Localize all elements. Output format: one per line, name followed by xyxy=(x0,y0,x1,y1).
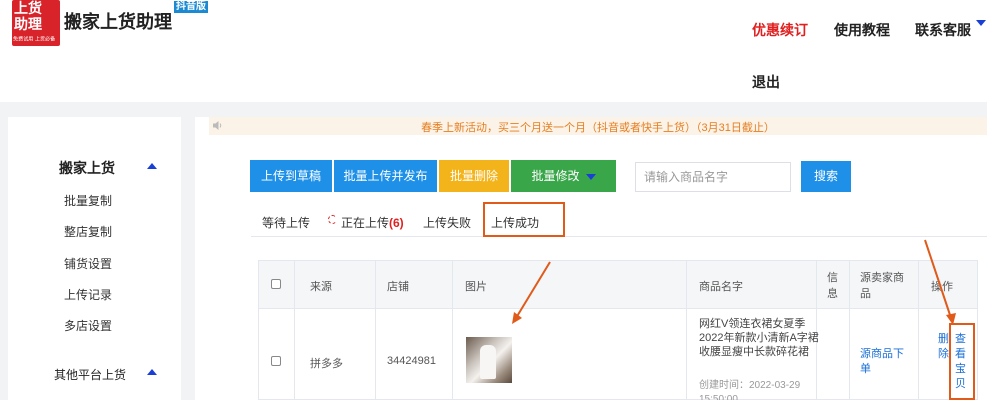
column-header-image: 图片 xyxy=(465,281,487,293)
tab-upload-failed[interactable]: 上传失败 xyxy=(423,214,471,231)
column-header-product-name: 商品名字 xyxy=(699,281,743,293)
nav-renew[interactable]: 优惠续订 xyxy=(752,20,808,40)
sidebar-item-multi-shop-settings[interactable]: 多店设置 xyxy=(64,317,112,334)
chevron-down-icon[interactable] xyxy=(976,20,986,26)
column-header-source-seller-2: 品 xyxy=(860,288,871,300)
nav-contact-support[interactable]: 联系客服 xyxy=(915,20,971,40)
source-order-link-1[interactable]: 源商品下 xyxy=(860,347,904,362)
upload-to-draft-button[interactable]: 上传到草稿 xyxy=(250,160,332,192)
batch-edit-button[interactable]: 批量修改 xyxy=(511,160,616,192)
nav-logout[interactable]: 退出 xyxy=(752,72,780,92)
row-source: 拼多多 xyxy=(310,358,343,370)
app-edition-badge: 抖音版 xyxy=(174,1,208,13)
column-header-source-seller-1: 源卖家商 xyxy=(860,272,904,284)
notice-text: 春季上新活动，买三个月送一个月（抖音或者快手上货）（3月31日截止） xyxy=(421,122,775,134)
delete-link-2[interactable]: 除 xyxy=(938,347,949,362)
search-button[interactable]: 搜索 xyxy=(801,161,851,192)
logo-line1: 上货 xyxy=(14,0,42,16)
annotation-highlight-box xyxy=(483,202,565,237)
loading-icon xyxy=(328,215,337,224)
sidebar-item-upload-records[interactable]: 上传记录 xyxy=(64,286,112,303)
row-created-time: 创建时间：2022-03-29 15:50:00 xyxy=(699,380,801,400)
delete-link-1[interactable]: 删 xyxy=(938,332,949,347)
select-all-checkbox[interactable] xyxy=(271,279,281,289)
column-divider xyxy=(849,261,850,400)
annotation-highlight-box xyxy=(949,323,975,400)
tab-waiting-upload[interactable]: 等待上传 xyxy=(262,214,310,231)
app-logo[interactable]: 上货 助理 免费试用 上货必备 xyxy=(12,0,60,46)
column-header-info-2: 息 xyxy=(827,288,838,300)
sidebar-item-shop-copy[interactable]: 整店复制 xyxy=(64,223,112,240)
nav-tutorial[interactable]: 使用教程 xyxy=(834,20,890,40)
column-divider xyxy=(686,261,687,400)
column-divider xyxy=(452,261,453,400)
column-divider xyxy=(375,261,376,400)
column-header-source: 来源 xyxy=(310,281,332,293)
chevron-up-icon[interactable] xyxy=(147,369,157,375)
sidebar-item-batch-copy[interactable]: 批量复制 xyxy=(64,192,112,209)
notice-bar: 春季上新活动，买三个月送一个月（抖音或者快手上货）（3月31日截止） xyxy=(209,117,987,135)
logo-line3: 免费试用 上货必备 xyxy=(13,36,56,42)
source-order-link-2[interactable]: 单 xyxy=(860,362,871,377)
tab-uploading-count: (6) xyxy=(389,216,404,230)
product-thumbnail[interactable] xyxy=(466,337,512,383)
batch-upload-publish-button[interactable]: 批量上传并发布 xyxy=(334,160,437,192)
logo-line2: 助理 xyxy=(14,16,42,32)
column-header-shop: 店铺 xyxy=(387,281,409,293)
row-product-name: 网红V领连衣裙女夏季2022年新款小清新A字裙收腰显瘦中长款碎花裙 xyxy=(699,318,819,358)
sidebar: 搬家上货 批量复制 整店复制 铺货设置 上传记录 多店设置 其他平台上货 xyxy=(8,117,181,400)
tab-uploading-label: 正在上传 xyxy=(341,216,390,230)
column-divider xyxy=(918,261,919,400)
sidebar-group-move-upload[interactable]: 搬家上货 xyxy=(59,158,115,178)
chevron-up-icon[interactable] xyxy=(147,163,157,169)
caret-down-icon xyxy=(585,173,596,180)
main-panel: 春季上新活动，买三个月送一个月（抖音或者快手上货）（3月31日截止） 上传到草稿… xyxy=(195,117,987,400)
sidebar-item-distribution-settings[interactable]: 铺货设置 xyxy=(64,255,112,272)
column-header-info-1: 信 xyxy=(827,272,838,284)
top-header: 上货 助理 免费试用 上货必备 搬家上货助理 抖音版 优惠续订 使用教程 联系客… xyxy=(0,0,987,102)
column-divider xyxy=(294,261,295,400)
batch-delete-button[interactable]: 批量删除 xyxy=(439,160,509,192)
products-table: 来源 店铺 图片 商品名字 信 息 源卖家商 品 操作 拼多多 34424981… xyxy=(258,260,978,400)
column-header-actions: 操作 xyxy=(931,281,953,293)
tab-divider xyxy=(251,236,987,237)
row-shop-id: 34424981 xyxy=(387,355,436,367)
app-title: 搬家上货助理 xyxy=(64,12,172,32)
search-input[interactable] xyxy=(635,162,791,192)
batch-edit-label: 批量修改 xyxy=(531,169,580,183)
sidebar-group-other-platforms[interactable]: 其他平台上货 xyxy=(54,366,126,383)
tab-uploading[interactable]: 正在上传(6) xyxy=(341,214,404,231)
row-checkbox[interactable] xyxy=(271,356,281,366)
